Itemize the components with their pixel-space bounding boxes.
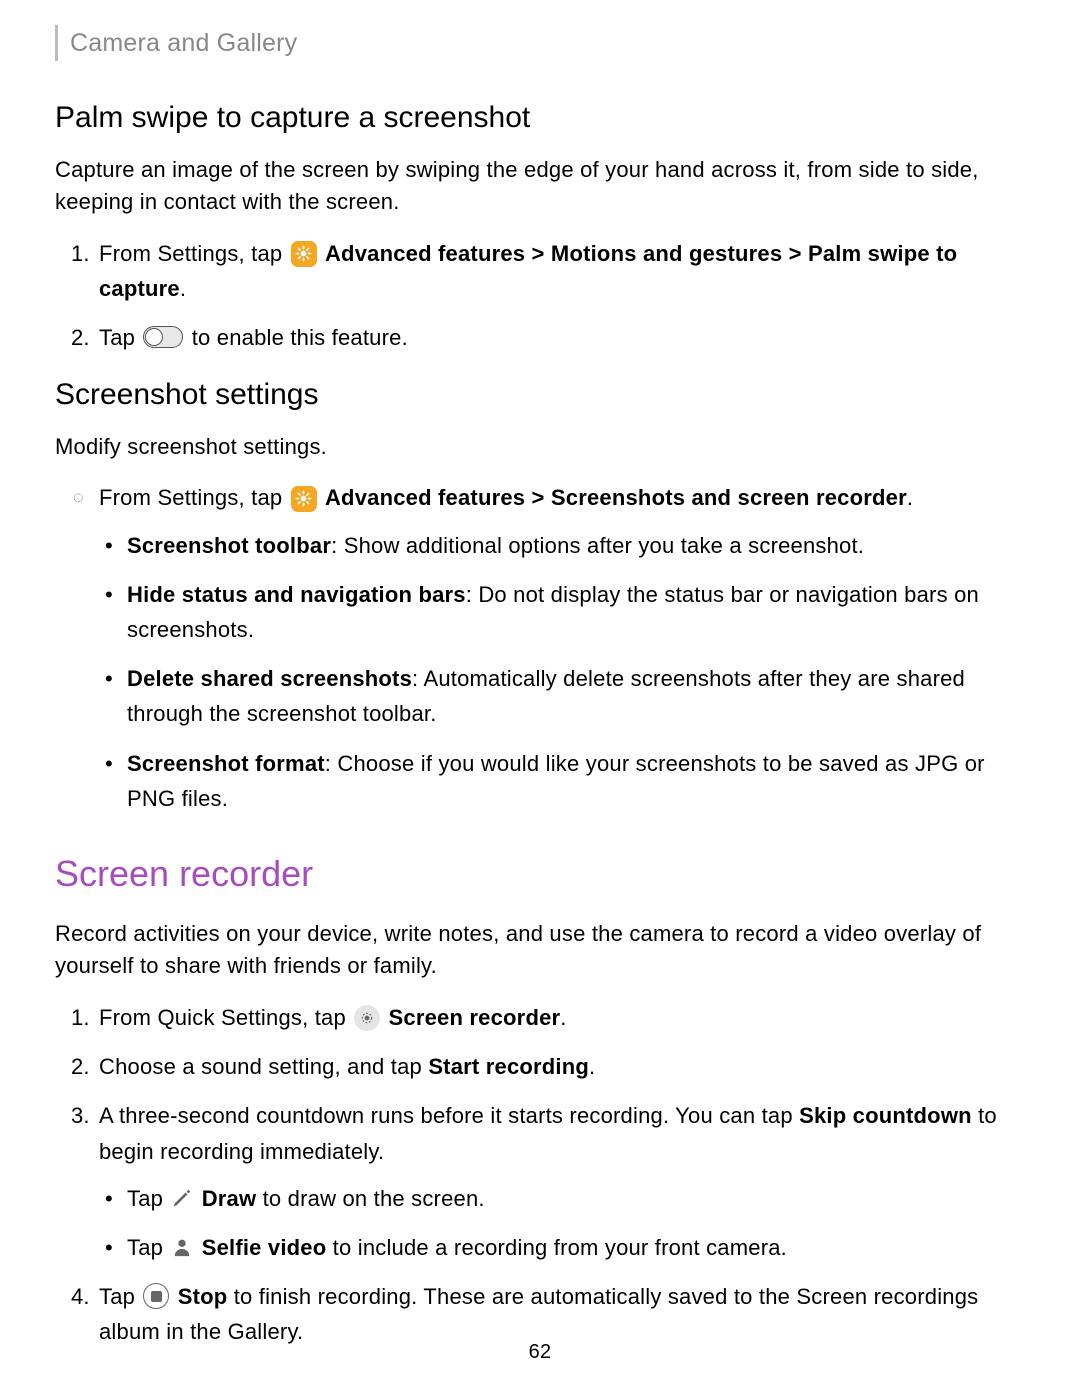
- bold: Skip countdown: [799, 1103, 972, 1128]
- advanced-features-icon: [291, 486, 317, 512]
- text: From Settings, tap: [99, 485, 289, 510]
- bold: Motions and gestures: [551, 241, 782, 266]
- heading-palm-swipe: Palm swipe to capture a screenshot: [55, 96, 1025, 140]
- list-screenshot-settings: From Settings, tap Advanced features > S…: [55, 480, 1025, 816]
- text: Tap: [127, 1186, 169, 1211]
- bold: Draw: [202, 1186, 257, 1211]
- bullet-hide-bars: Hide status and navigation bars: Do not …: [127, 577, 1025, 647]
- list-screen-recorder: 1. From Quick Settings, tap Screen recor…: [55, 1000, 1025, 1350]
- sublist: Screenshot toolbar: Show additional opti…: [99, 528, 1025, 816]
- bold: Screenshot format: [127, 751, 325, 776]
- bold: Advanced features: [325, 241, 525, 266]
- bullet-format: Screenshot format: Choose if you would l…: [127, 746, 1025, 816]
- sep: >: [525, 241, 551, 266]
- bold: Start recording: [428, 1054, 589, 1079]
- text: Tap: [127, 1235, 169, 1260]
- text: to enable this feature.: [185, 325, 408, 350]
- bold: Screenshot toolbar: [127, 533, 331, 558]
- step-2: 2. Tap to enable this feature.: [99, 320, 1025, 355]
- bold: Hide status and navigation bars: [127, 582, 466, 607]
- step-1: 1. From Settings, tap Advanced features …: [99, 236, 1025, 306]
- person-icon: [170, 1235, 194, 1259]
- para-screenshot-settings: Modify screenshot settings.: [55, 431, 1025, 463]
- bullet-selfie: Tap Selfie video to include a recording …: [127, 1230, 1025, 1265]
- text: A three-second countdown runs before it …: [99, 1103, 799, 1128]
- bold: Selfie video: [202, 1235, 327, 1260]
- heading-screenshot-settings: Screenshot settings: [55, 373, 1025, 417]
- item-lead: From Settings, tap Advanced features > S…: [99, 480, 1025, 816]
- sep: >: [782, 241, 808, 266]
- text: to finish recording. These are automatic…: [99, 1284, 978, 1344]
- bold: Screenshots and screen recorder: [551, 485, 907, 510]
- bold: Screen recorder: [389, 1005, 561, 1030]
- text: : Show additional options after you take…: [331, 533, 864, 558]
- sublist: Tap Draw to draw on the screen. Tap Self…: [99, 1181, 1025, 1265]
- para-palm-swipe: Capture an image of the screen by swipin…: [55, 154, 1025, 218]
- page-header: Camera and Gallery: [55, 25, 1025, 61]
- bullet-delete-shared: Delete shared screenshots: Automatically…: [127, 661, 1025, 731]
- step-2: 2. Choose a sound setting, and tap Start…: [99, 1049, 1025, 1084]
- sep: >: [525, 485, 551, 510]
- breadcrumb: Camera and Gallery: [70, 29, 297, 57]
- step-3: 3. A three-second countdown runs before …: [99, 1098, 1025, 1265]
- stop-icon: [143, 1283, 169, 1309]
- text: to include a recording from your front c…: [326, 1235, 787, 1260]
- advanced-features-icon: [291, 241, 317, 267]
- bold: Stop: [178, 1284, 228, 1309]
- bold: Delete shared screenshots: [127, 666, 412, 691]
- text: From Quick Settings, tap: [99, 1005, 352, 1030]
- text: From Settings, tap: [99, 241, 289, 266]
- step-1: 1. From Quick Settings, tap Screen recor…: [99, 1000, 1025, 1035]
- bullet-toolbar: Screenshot toolbar: Show additional opti…: [127, 528, 1025, 563]
- list-palm-swipe: 1. From Settings, tap Advanced features …: [55, 236, 1025, 356]
- heading-screen-recorder: Screen recorder: [55, 848, 1025, 900]
- para-screen-recorder: Record activities on your device, write …: [55, 918, 1025, 982]
- bold: Advanced features: [325, 485, 525, 510]
- text: Tap: [99, 1284, 141, 1309]
- bullet-draw: Tap Draw to draw on the screen.: [127, 1181, 1025, 1216]
- toggle-icon: [143, 326, 183, 348]
- page-number: 62: [0, 1338, 1080, 1367]
- pencil-icon: [170, 1186, 194, 1210]
- text: Tap: [99, 325, 141, 350]
- text: to draw on the screen.: [256, 1186, 484, 1211]
- text: Choose a sound setting, and tap: [99, 1054, 428, 1079]
- screen-recorder-icon: [354, 1005, 380, 1031]
